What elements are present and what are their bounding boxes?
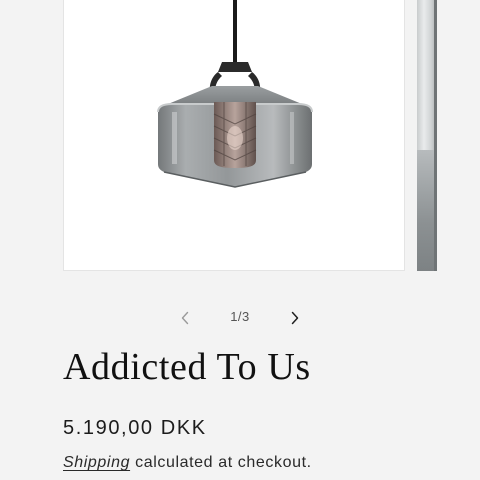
previous-slide-button[interactable] [171, 304, 199, 332]
product-page: 1/3 Addicted To Us 5.190,00 DKK Shipping… [0, 0, 480, 480]
next-image-preview[interactable] [417, 0, 437, 271]
product-price: 5.190,00 DKK [63, 417, 207, 439]
pendant-lamp-image [157, 0, 313, 188]
product-image-slide[interactable] [63, 0, 405, 271]
shipping-note: Shipping calculated at checkout. [63, 454, 312, 472]
shipping-link[interactable]: Shipping [63, 454, 130, 471]
chevron-right-icon [291, 311, 299, 325]
chevron-left-icon [181, 311, 189, 325]
next-slide-button[interactable] [281, 304, 309, 332]
slide-counter: 1/3 [230, 309, 250, 324]
product-gallery [0, 0, 480, 272]
product-title: Addicted To Us [63, 346, 311, 388]
slider-controls: 1/3 [0, 304, 480, 332]
shipping-note-text: calculated at checkout. [130, 454, 312, 471]
preview-edge [434, 0, 437, 271]
